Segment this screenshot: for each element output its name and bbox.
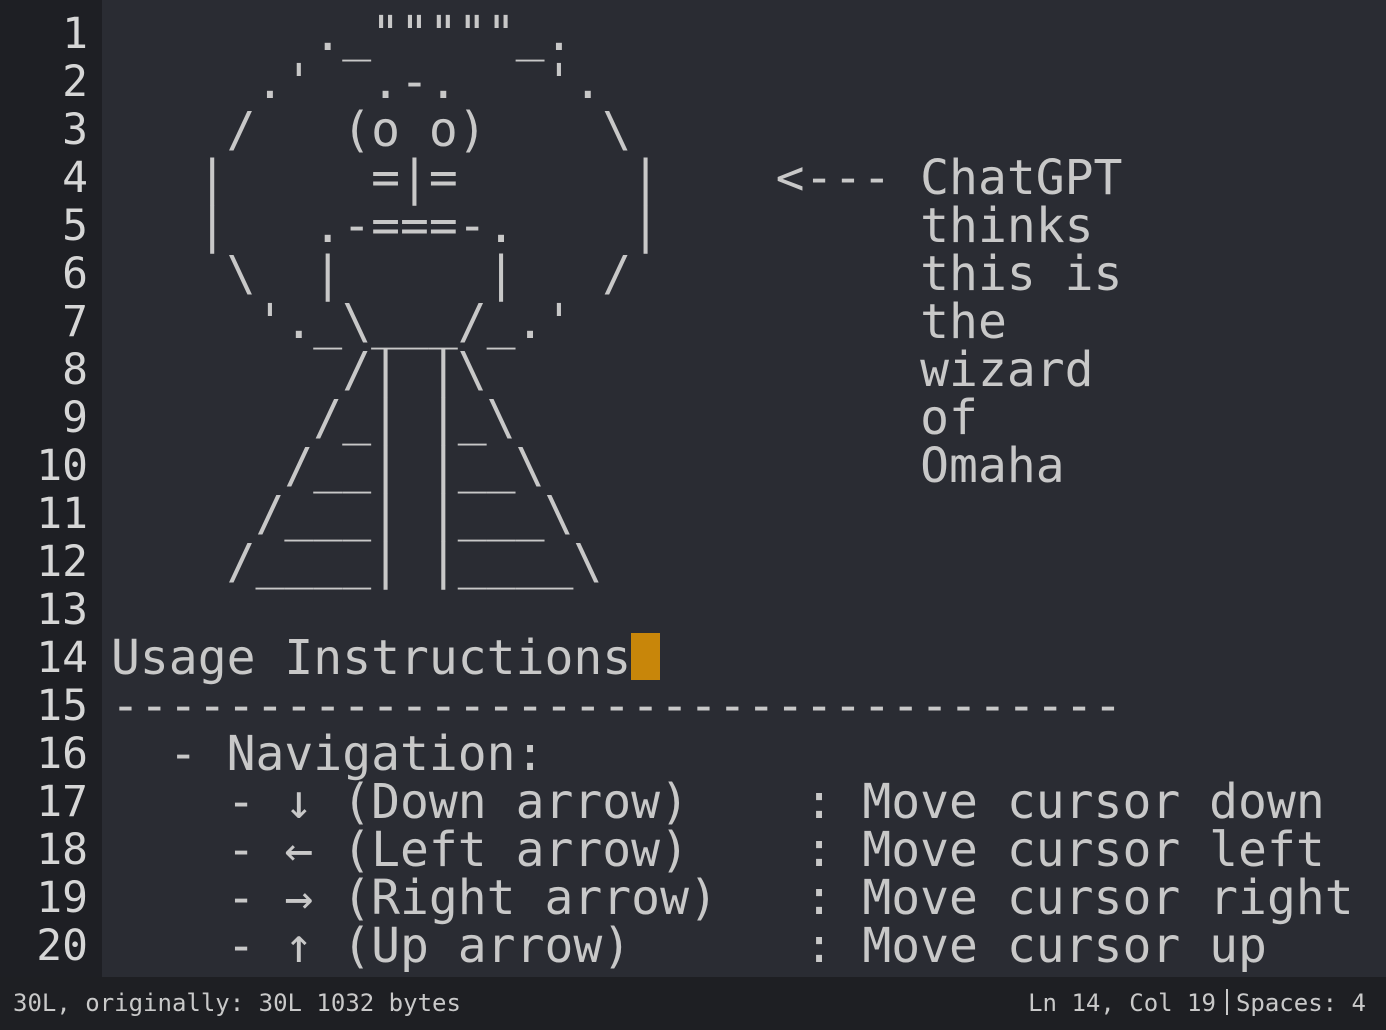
editor-line[interactable]: 4 | =|= | <--- ChatGPT	[0, 154, 1386, 202]
line-number: 10	[36, 441, 88, 491]
line-number: 18	[36, 825, 88, 875]
line-text[interactable]: | =|= | <--- ChatGPT	[111, 154, 1123, 202]
line-number: 6	[62, 249, 88, 299]
line-text[interactable]: Usage Instructions	[111, 634, 631, 682]
editor-line[interactable]: 5 | .-===-. | thinks	[0, 202, 1386, 250]
line-text[interactable]: - Navigation:	[111, 730, 545, 778]
line-number: 5	[62, 201, 88, 251]
line-text[interactable]: /____| |____\	[111, 538, 603, 586]
line-number: 4	[62, 153, 88, 203]
line-text[interactable]: - ↓ (Down arrow) : Move cursor down	[111, 778, 1325, 826]
line-text[interactable]: ._"""""_.	[111, 10, 573, 58]
line-number: 16	[36, 729, 88, 779]
line-number: 3	[62, 105, 88, 155]
editor-line[interactable]: 20 - ↑ (Up arrow) : Move cursor up	[0, 922, 1386, 970]
line-text[interactable]: / (o o) \	[111, 106, 632, 154]
editor-line[interactable]: 6 \ | | / this is	[0, 250, 1386, 298]
line-number: 20	[36, 921, 88, 971]
editor-line[interactable]: 15 -----------------------------------	[0, 682, 1386, 730]
line-text[interactable]: | .-===-. | thinks	[111, 202, 1094, 250]
line-number: 14	[36, 633, 88, 683]
editor-line[interactable]: 1 ._"""""_.	[0, 10, 1386, 58]
file-info: 30L, originally: 30L 1032 bytes	[13, 989, 461, 1017]
editor-line[interactable]: 12 /____| |____\	[0, 538, 1386, 586]
line-text[interactable]: /_| |_\ of	[111, 394, 978, 442]
line-number: 7	[62, 297, 88, 347]
line-text[interactable]: \ | | / this is	[111, 250, 1123, 298]
line-number: 11	[36, 489, 88, 539]
line-text[interactable]: -----------------------------------	[111, 682, 1122, 730]
line-text[interactable]: - ↑ (Up arrow) : Move cursor up	[111, 922, 1267, 970]
line-number: 19	[36, 873, 88, 923]
line-text[interactable]: .' .-. '.	[111, 58, 602, 106]
line-number: 1	[62, 9, 88, 59]
line-number: 17	[36, 777, 88, 827]
status-bar: 30L, originally: 30L 1032 bytes Ln 14, C…	[0, 977, 1386, 1030]
status-separator	[1225, 989, 1228, 1015]
line-number: 12	[36, 537, 88, 587]
status-right-group: Ln 14, Col 19 Spaces: 4	[1028, 977, 1366, 1030]
line-text[interactable]: - ← (Left arrow) : Move cursor left	[111, 826, 1325, 874]
editor-line[interactable]: 3 / (o o) \	[0, 106, 1386, 154]
editor-line[interactable]: 16 - Navigation:	[0, 730, 1386, 778]
line-text[interactable]: /___| |___\	[111, 490, 573, 538]
indent-setting[interactable]: Spaces: 4	[1236, 989, 1366, 1017]
editor-line[interactable]: 13	[0, 586, 1386, 634]
editor-line[interactable]: 18 - ← (Left arrow) : Move cursor left	[0, 826, 1386, 874]
line-number: 13	[36, 585, 88, 635]
line-text[interactable]: /__| |__\ Omaha	[111, 442, 1064, 490]
line-number: 8	[62, 345, 88, 395]
line-number: 9	[62, 393, 88, 443]
editor-line[interactable]: 2 .' .-. '.	[0, 58, 1386, 106]
line-text[interactable]: - → (Right arrow) : Move cursor right	[111, 874, 1354, 922]
line-text[interactable]: '._\___/_.' the	[111, 298, 1006, 346]
editor-pane[interactable]: 1 ._"""""_. 2 .' .-. '. 3 / (o o) \ 4 | …	[0, 0, 1386, 977]
cursor-position[interactable]: Ln 14, Col 19	[1028, 989, 1216, 1017]
editor-line[interactable]: 17 - ↓ (Down arrow) : Move cursor down	[0, 778, 1386, 826]
line-number: 2	[62, 57, 88, 107]
line-text[interactable]: /| |\ wizard	[111, 346, 1093, 394]
editor-line-current[interactable]: 14 Usage Instructions	[0, 634, 1386, 682]
editor-line[interactable]: 11 /___| |___\	[0, 490, 1386, 538]
line-number: 15	[36, 681, 88, 731]
editor-line[interactable]: 9 /_| |_\ of	[0, 394, 1386, 442]
editor-line[interactable]: 19 - → (Right arrow) : Move cursor right	[0, 874, 1386, 922]
editor-line[interactable]: 8 /| |\ wizard	[0, 346, 1386, 394]
editor-line[interactable]: 7 '._\___/_.' the	[0, 298, 1386, 346]
editor-line[interactable]: 10 /__| |__\ Omaha	[0, 442, 1386, 490]
text-cursor	[631, 633, 660, 680]
